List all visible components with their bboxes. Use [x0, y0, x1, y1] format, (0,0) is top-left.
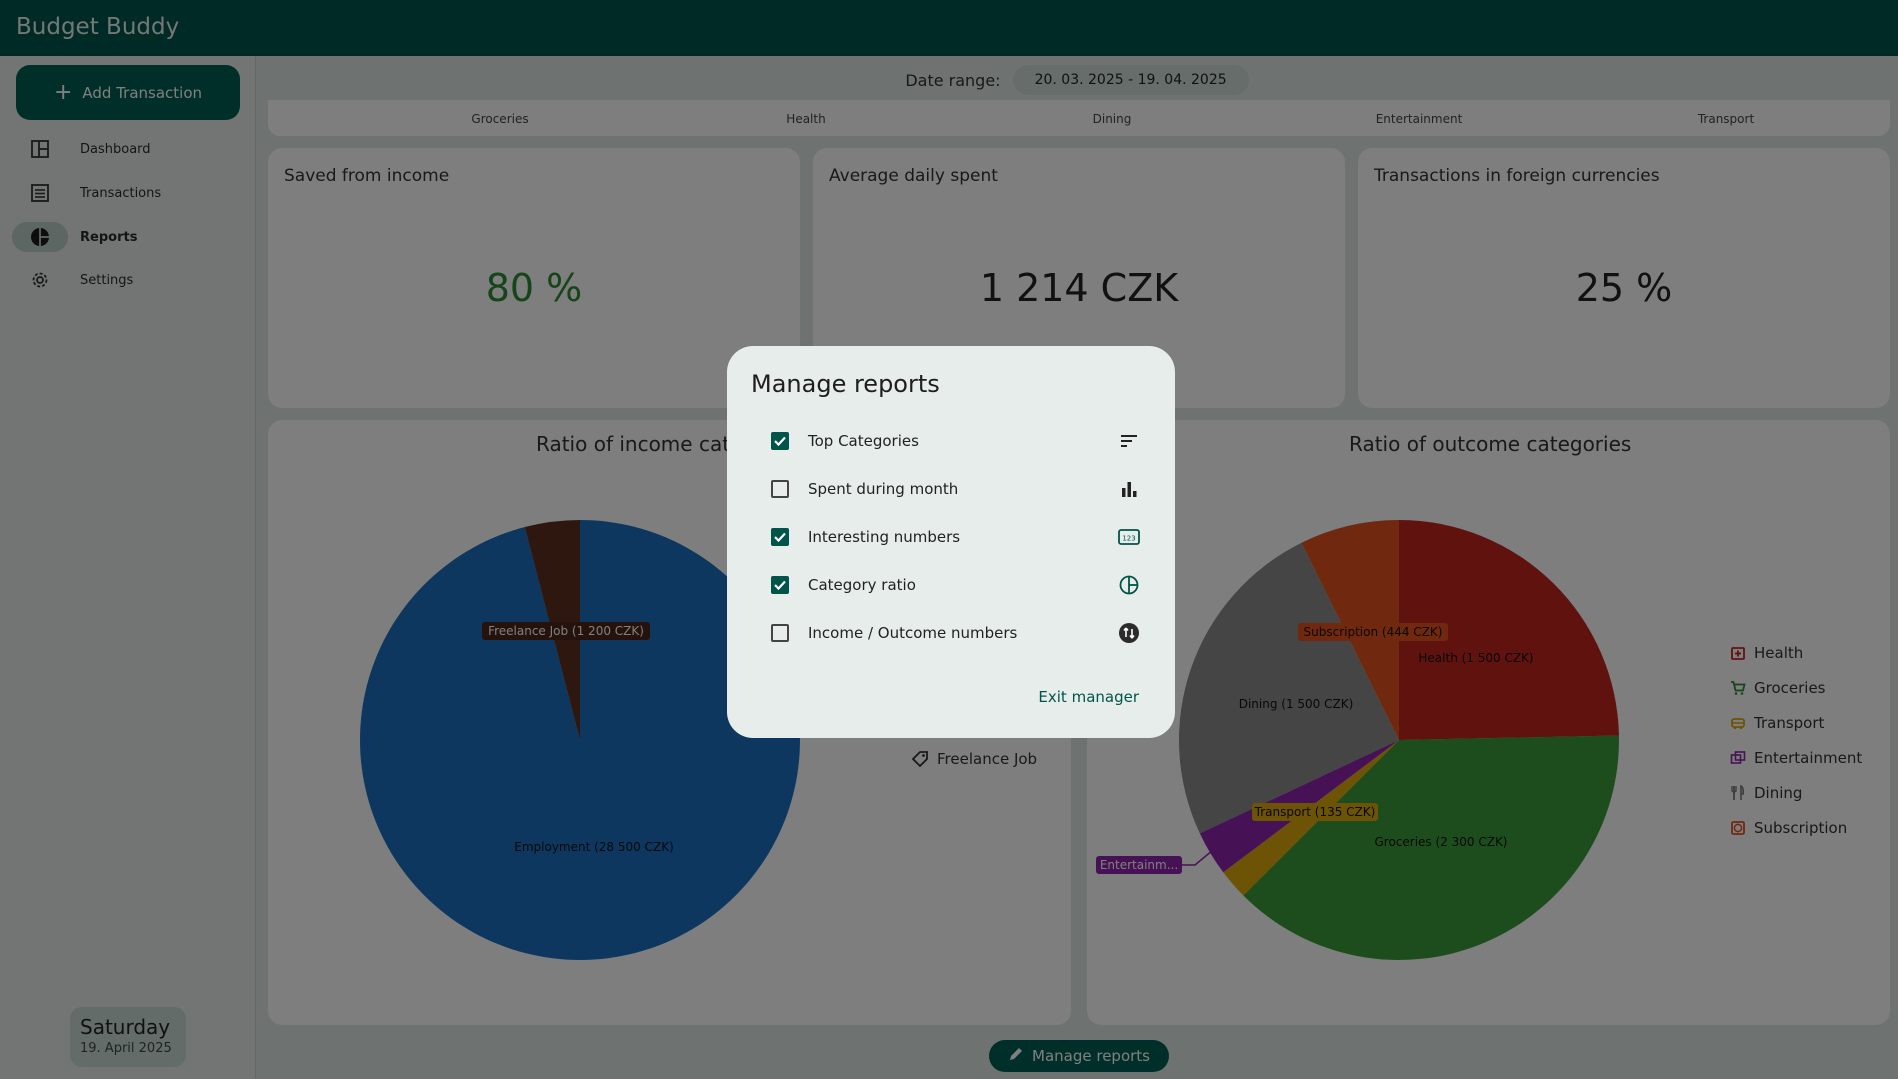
- report-option-category-ratio[interactable]: Category ratio: [771, 570, 1141, 600]
- checkbox-checked[interactable]: [771, 432, 789, 450]
- dialog-title: Manage reports: [751, 370, 940, 398]
- option-label: Spent during month: [808, 480, 959, 498]
- report-option-top-categories[interactable]: Top Categories: [771, 426, 1141, 456]
- report-option-interesting-numbers[interactable]: Interesting numbers 123: [771, 522, 1141, 552]
- option-label: Interesting numbers: [808, 528, 961, 546]
- report-option-income-outcome-numbers[interactable]: Income / Outcome numbers: [771, 618, 1141, 648]
- option-label: Category ratio: [808, 576, 916, 594]
- sort-icon: [1117, 429, 1141, 453]
- checkbox-unchecked[interactable]: [771, 624, 789, 642]
- exit-manager-button[interactable]: Exit manager: [1038, 688, 1139, 706]
- bar-chart-icon: [1117, 477, 1141, 501]
- swap-icon: [1117, 621, 1141, 645]
- option-label: Income / Outcome numbers: [808, 624, 1018, 642]
- option-label: Top Categories: [808, 432, 919, 450]
- pie-chart-icon: [1117, 573, 1141, 597]
- checkbox-checked[interactable]: [771, 576, 789, 594]
- report-option-spent-during-month[interactable]: Spent during month: [771, 474, 1141, 504]
- numbers-icon: 123: [1117, 525, 1141, 549]
- manage-reports-dialog: Manage reports Top Categories Spent duri…: [727, 346, 1175, 738]
- checkbox-checked[interactable]: [771, 528, 789, 546]
- checkbox-unchecked[interactable]: [771, 480, 789, 498]
- svg-text:123: 123: [1122, 535, 1135, 543]
